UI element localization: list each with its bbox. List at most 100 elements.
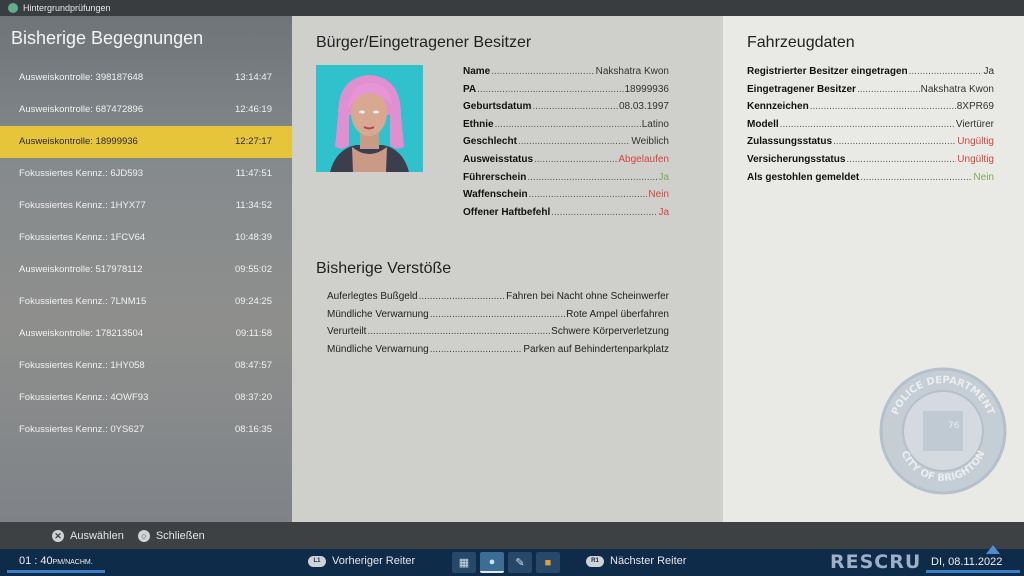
field-value: Ungültig — [957, 136, 994, 148]
field-label: Geburtsdatum — [463, 101, 532, 113]
encounter-label: Fokussiertes Kennz.: 1HY058 — [19, 360, 145, 371]
info-row: Kennzeichen 8XPR69 — [747, 101, 994, 119]
encounter-time: 12:27:17 — [235, 136, 272, 147]
field-value: Nein — [648, 189, 669, 201]
window-title: Hintergrundprüfungen — [23, 3, 111, 13]
field-value: 08.03.1997 — [618, 101, 669, 113]
svg-text:76: 76 — [948, 421, 960, 431]
dot-leader — [430, 344, 523, 355]
field-value: Ja — [983, 66, 994, 77]
info-row: Eingetragener Besitzer Nakshatra Kwon — [747, 84, 994, 102]
encounter-label: Ausweiskontrolle: 687472896 — [19, 104, 144, 115]
cross-button-icon: ✕ — [52, 529, 64, 542]
field-label: Zulassungsstatus — [747, 136, 833, 148]
dot-leader — [527, 172, 657, 183]
encounter-time: 09:55:02 — [235, 264, 272, 275]
previous-tab-button[interactable]: L1 Vorheriger Reiter — [308, 555, 415, 567]
field-value: Ja — [658, 171, 669, 183]
field-label: Name — [463, 66, 491, 77]
violations-title: Bisherige Verstöße — [316, 260, 452, 277]
encounter-item[interactable]: Fokussiertes Kennz.: 1HY058 08:47:57 — [0, 350, 292, 382]
owner-info: Name Nakshatra Kwon PA 18999936 Geburtsdatum… — [463, 66, 669, 224]
violation-row: Mündliche Verwarnung Parken auf Behindert… — [327, 344, 669, 362]
encounter-time: 08:47:57 — [235, 360, 272, 371]
tab-map[interactable]: ▦ — [452, 552, 476, 573]
encounter-label: Ausweiskontrolle: 398187648 — [19, 72, 144, 83]
dot-leader — [491, 66, 594, 77]
encounter-item[interactable]: Ausweiskontrolle: 687472896 12:46:19 — [0, 94, 292, 126]
map-icon: ▦ — [458, 557, 470, 569]
dot-leader — [430, 309, 565, 320]
encounter-label: Fokussiertes Kennz.: 7LNM15 — [19, 296, 147, 307]
encounter-item[interactable]: Ausweiskontrolle: 517978112 09:55:02 — [0, 254, 292, 286]
date-underline — [926, 570, 1020, 573]
violation-type: Mündliche Verwarnung — [327, 308, 429, 320]
info-row: Zulassungsstatus Ungültig — [747, 136, 994, 154]
info-row: Führerschein Ja — [463, 172, 669, 190]
info-row: Ethnie Latino — [463, 119, 669, 137]
previous-tab-label: Vorheriger Reiter — [332, 555, 416, 567]
encounter-item[interactable]: Fokussiertes Kennz.: 6JD593 11:47:51 — [0, 158, 292, 190]
up-arrow-icon[interactable] — [986, 545, 1000, 554]
rescru-logo: RESCRU — [830, 551, 922, 573]
field-label: PA — [463, 83, 477, 95]
next-tab-label: Nächster Reiter — [610, 555, 687, 567]
background-check-icon — [8, 3, 18, 13]
info-row: Versicherungsstatus Ungültig — [747, 154, 994, 172]
encounter-label: Fokussiertes Kennz.: 1HYX77 — [19, 200, 146, 211]
violation-desc: Schwere Körperverletzung — [551, 326, 669, 337]
encounter-item[interactable]: Ausweiskontrolle: 398187648 13:14:47 — [0, 62, 292, 94]
field-value: Ja — [658, 206, 669, 218]
dot-leader — [495, 119, 641, 130]
violation-type: Verurteilt — [327, 326, 367, 337]
encounter-time: 08:16:35 — [235, 424, 272, 435]
encounter-item[interactable]: Fokussiertes Kennz.: 0YS627 08:16:35 — [0, 414, 292, 446]
dot-leader — [846, 154, 956, 165]
field-label: Waffenschein — [463, 189, 528, 201]
next-tab-button[interactable]: R1 Nächster Reiter — [586, 555, 686, 567]
encounter-item[interactable]: Fokussiertes Kennz.: 1FCV64 10:48:39 — [0, 222, 292, 254]
select-label: Auswählen — [70, 529, 124, 542]
tab-book[interactable]: ■ — [536, 552, 560, 573]
info-row: Name Nakshatra Kwon — [463, 66, 669, 84]
encounter-time: 09:24:25 — [235, 296, 272, 307]
encounter-item[interactable]: Ausweiskontrolle: 178213504 09:11:58 — [0, 318, 292, 350]
dot-leader — [833, 136, 956, 147]
field-label: Führerschein — [463, 171, 527, 183]
tab-strip: ▦ ● ✎ ■ — [452, 552, 560, 573]
encounter-item[interactable]: Fokussiertes Kennz.: 4OWF93 08:37:20 — [0, 382, 292, 414]
tab-documents[interactable]: ✎ — [508, 552, 532, 573]
field-value: Nakshatra Kwon — [595, 66, 669, 77]
dot-leader — [810, 101, 956, 112]
encounter-item[interactable]: Fokussiertes Kennz.: 1HYX77 11:34:52 — [0, 190, 292, 222]
violation-row: Verurteilt Schwere Körperverletzung — [327, 326, 669, 344]
encounter-item[interactable]: Fokussiertes Kennz.: 7LNM15 09:24:25 — [0, 286, 292, 318]
field-label: Als gestohlen gemeldet — [747, 171, 860, 183]
encounter-item[interactable]: Ausweiskontrolle: 18999936 12:27:17 — [0, 126, 292, 158]
dot-leader — [551, 207, 657, 218]
police-seal-logo: POLICE DEPARTMENT CITY OF BRIGHTON 76 — [879, 367, 1007, 495]
encounter-label: Ausweiskontrolle: 178213504 — [19, 328, 144, 339]
dot-leader — [532, 101, 618, 112]
tab-background-check[interactable]: ● — [480, 552, 504, 573]
close-action[interactable]: ○ Schließen — [137, 529, 205, 542]
info-row: Waffenschein Nein — [463, 189, 669, 207]
citizen-portrait — [316, 65, 423, 172]
field-value: 8XPR69 — [956, 101, 994, 113]
violation-row: Auferlegtes Bußgeld Fahren bei Nacht ohne… — [327, 291, 669, 309]
field-label: Ethnie — [463, 118, 494, 130]
encounters-title: Bisherige Begegnungen — [11, 28, 204, 48]
info-row: PA 18999936 — [463, 84, 669, 102]
document-icon: ✎ — [515, 557, 525, 569]
field-label: Kennzeichen — [747, 101, 809, 113]
field-value: Ungültig — [957, 153, 994, 165]
select-action[interactable]: ✕ Auswählen — [52, 529, 124, 542]
encounter-label: Fokussiertes Kennz.: 6JD593 — [19, 168, 144, 179]
dot-leader — [534, 154, 617, 165]
encounters-list: Ausweiskontrolle: 398187648 13:14:47 Auswe… — [0, 62, 292, 446]
close-label: Schließen — [155, 529, 205, 542]
encounter-label: Fokussiertes Kennz.: 0YS627 — [19, 424, 145, 435]
encounter-label: Ausweiskontrolle: 18999936 — [19, 136, 138, 147]
vehicle-title: Fahrzeugdaten — [747, 34, 855, 51]
encounter-label: Ausweiskontrolle: 517978112 — [19, 264, 143, 275]
